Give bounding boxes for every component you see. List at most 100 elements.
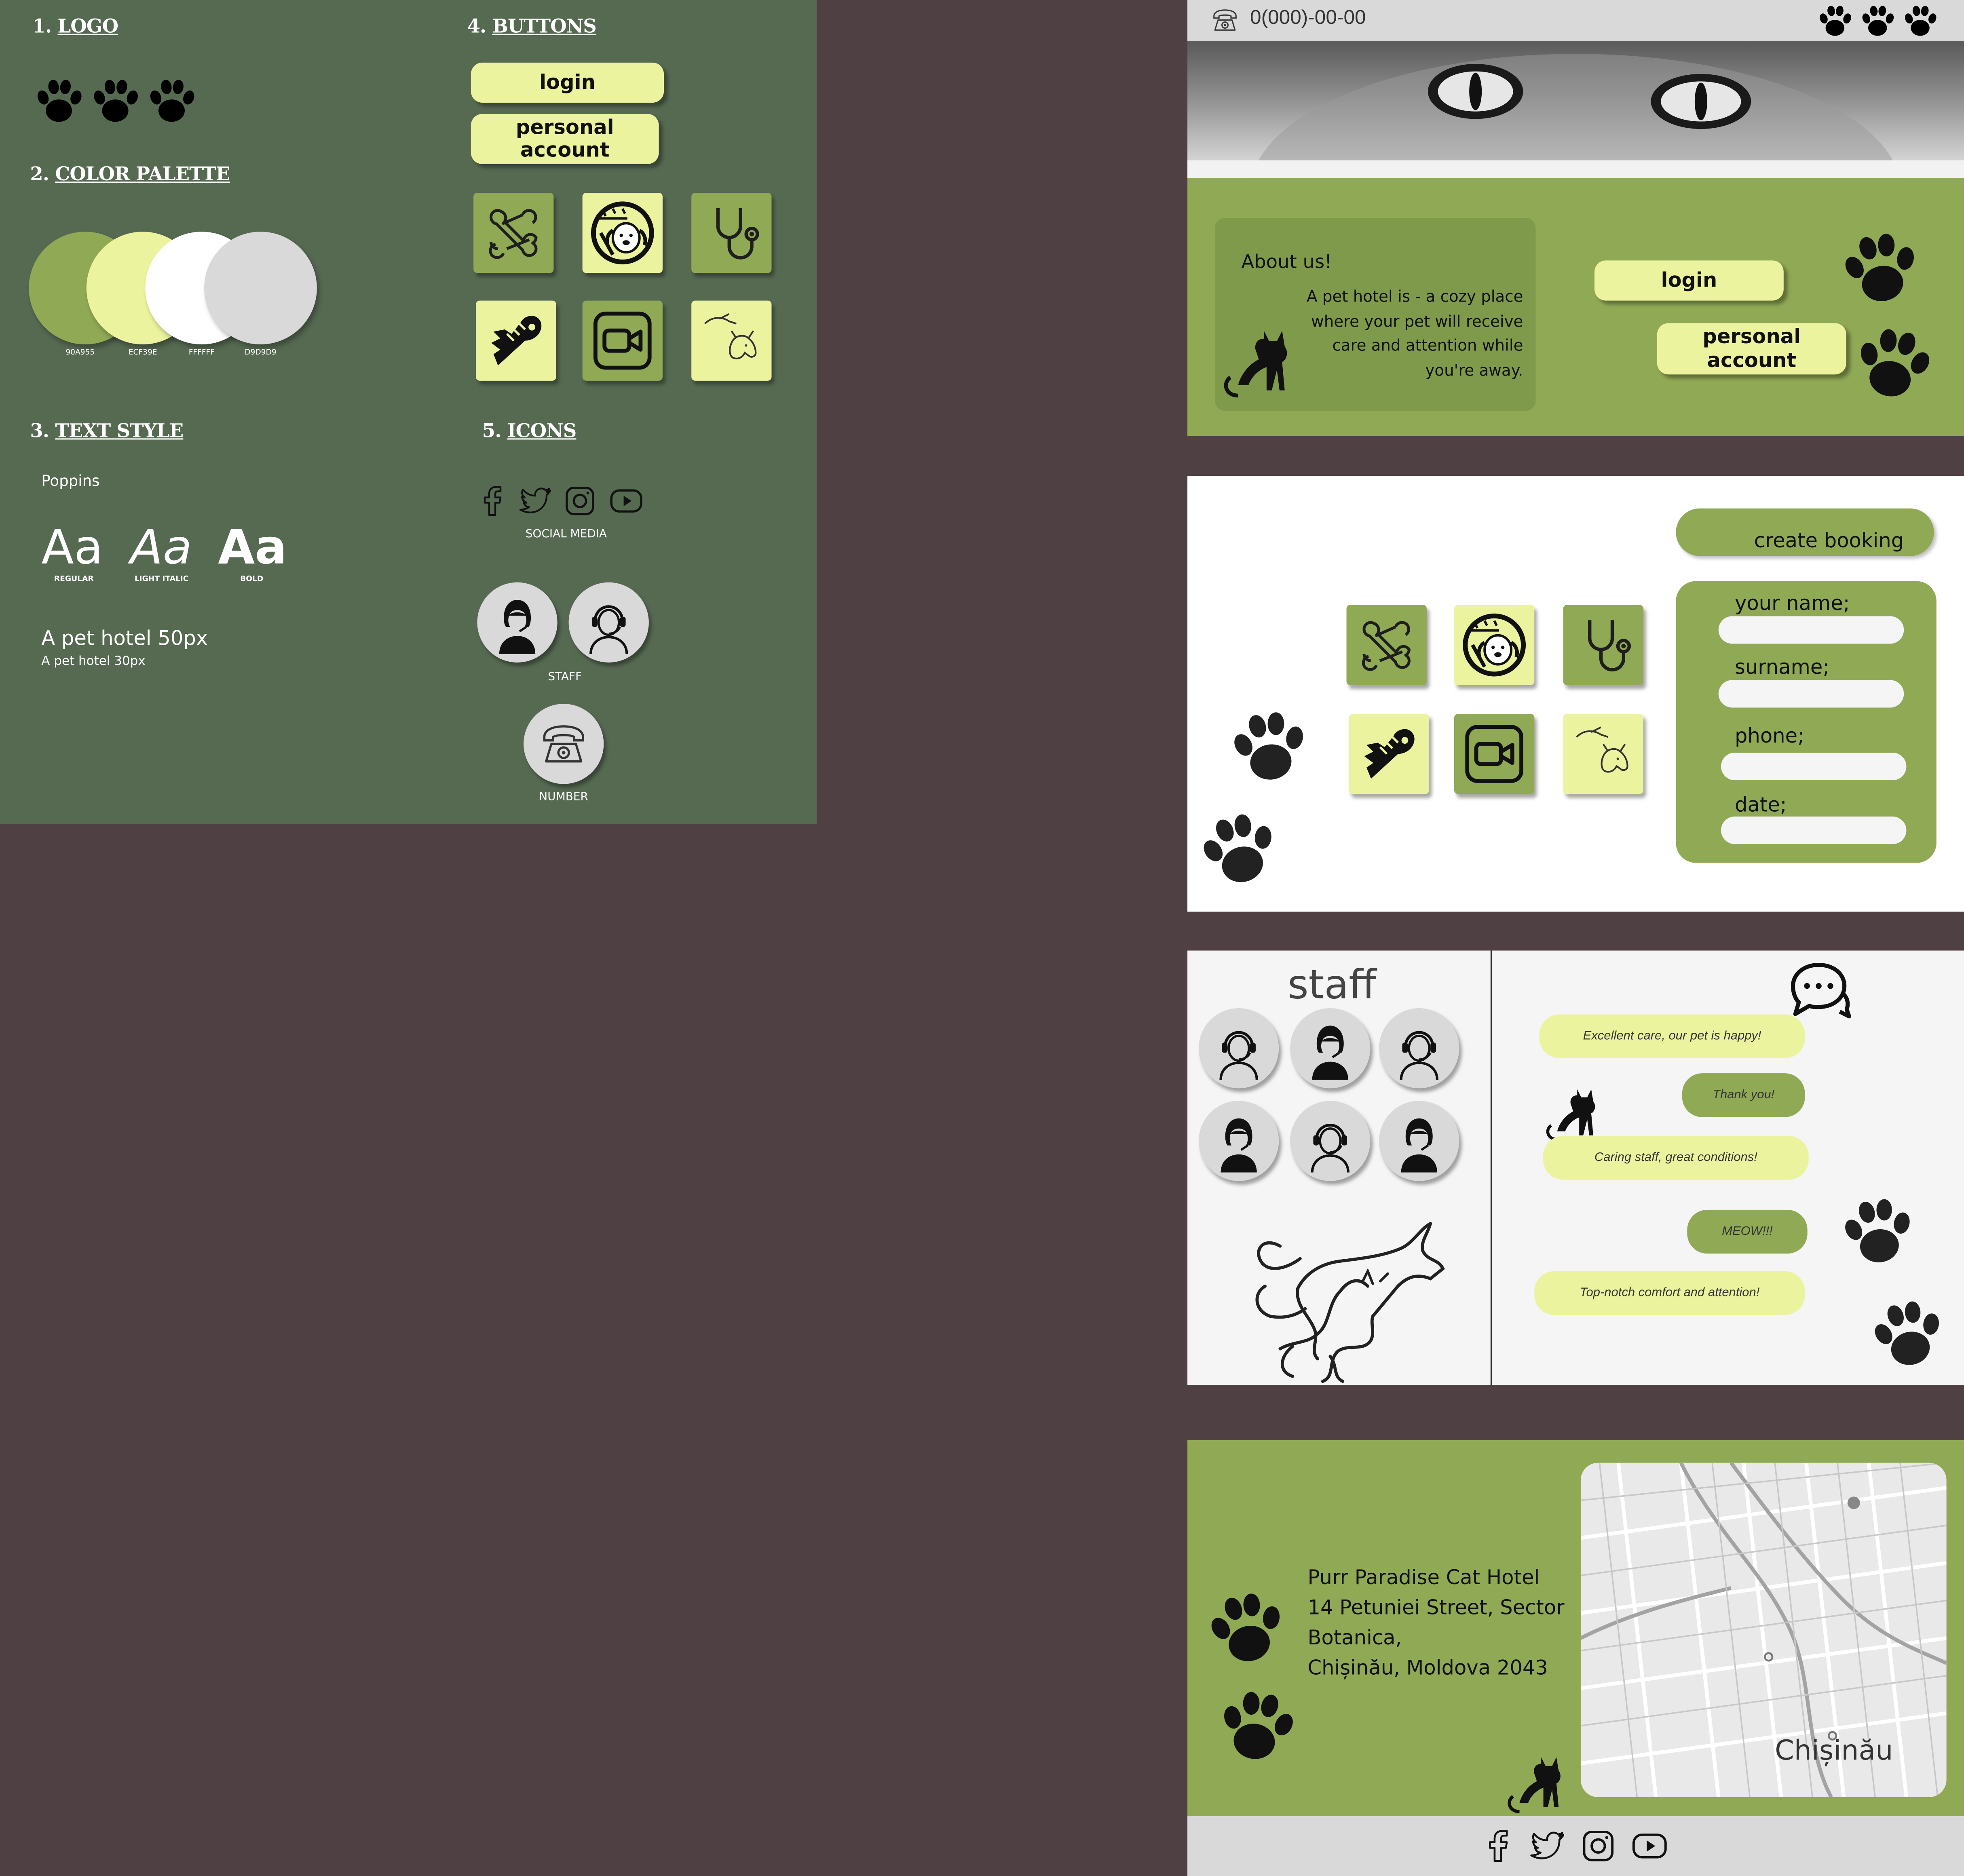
- swatch-label: ECF39E: [128, 348, 157, 357]
- section-title-text: LOGO: [57, 15, 119, 38]
- paw-icon: [145, 75, 198, 128]
- pet-care-tile[interactable]: [691, 300, 772, 381]
- staff-avatar[interactable]: [1379, 1101, 1459, 1181]
- chat-bubbles-icon: [1784, 956, 1854, 1026]
- pet-care-icon: [695, 304, 768, 377]
- stethoscope-tile[interactable]: [691, 193, 772, 273]
- service-food-button[interactable]: [1349, 713, 1430, 794]
- map-widget[interactable]: Chișinău: [1580, 1462, 1947, 1797]
- paw-print-icon: [1845, 317, 1941, 412]
- paw-icon: [33, 75, 85, 128]
- staff-avatar[interactable]: [1198, 1101, 1279, 1181]
- map-city-label: Chișinău: [1775, 1736, 1893, 1767]
- date-input[interactable]: [1721, 817, 1907, 844]
- staff-avatar[interactable]: [1290, 1101, 1371, 1181]
- bone-icon: [1353, 611, 1420, 679]
- male-agent-icon: [1205, 1015, 1272, 1082]
- number-caption: NUMBER: [539, 791, 588, 804]
- personal-account-button[interactable]: personal account: [471, 114, 659, 164]
- staff-avatar: [477, 582, 558, 663]
- size-sample-large: A pet hotel 50px: [41, 626, 208, 650]
- youtube-icon[interactable]: [1628, 1827, 1671, 1865]
- hotel-name: Purr Paradise Cat Hotel: [1307, 1565, 1540, 1589]
- footer: [1187, 1816, 1964, 1876]
- instagram-icon[interactable]: [561, 483, 599, 519]
- twitter-icon[interactable]: [1528, 1827, 1568, 1865]
- service-grooming-button[interactable]: [1454, 605, 1535, 685]
- review-bubble: Caring staff, great conditions!: [1543, 1136, 1809, 1180]
- review-bubble: Top-notch comfort and attention!: [1534, 1271, 1805, 1315]
- section-title-text: COLOR PALETTE: [55, 162, 230, 186]
- staff-caption: STAFF: [548, 671, 582, 684]
- surname-input[interactable]: [1718, 680, 1904, 708]
- about-title: About us!: [1241, 250, 1332, 273]
- section-title-text: ICONS: [507, 419, 577, 442]
- social-caption: SOCIAL MEDIA: [525, 528, 607, 541]
- sample-label: REGULAR: [54, 575, 94, 584]
- address-line: 14 Petuniei Street, Sector: [1307, 1595, 1565, 1619]
- paw-icon: [1901, 2, 1939, 40]
- size-sample-small: A pet hotel 30px: [41, 655, 146, 669]
- paw-print-icon: [1210, 1680, 1303, 1774]
- font-name: Poppins: [41, 472, 100, 490]
- review-bubble: Thank you!: [1682, 1073, 1805, 1117]
- staff-avatar[interactable]: [1379, 1008, 1459, 1089]
- service-care-button[interactable]: [1563, 713, 1643, 794]
- header-logo[interactable]: [1816, 2, 1939, 40]
- fish-bone-icon: [482, 307, 550, 374]
- cat-silhouette-icon: [1495, 1751, 1578, 1816]
- staff-avatar: [568, 582, 649, 663]
- paw-print-icon: [1832, 222, 1928, 317]
- create-booking-button[interactable]: create booking: [1676, 508, 1934, 556]
- style-guide-panel: 1. LOGO 2. COLOR PALETTE 90A955 ECF39E F…: [0, 0, 817, 824]
- paw-print-icon: [1862, 1289, 1954, 1381]
- section-number: 5.: [482, 419, 502, 442]
- icons-section-title: 5. ICONS: [482, 420, 577, 442]
- fish-bone-icon: [1355, 720, 1423, 787]
- sample-regular: Aa: [41, 519, 103, 575]
- video-camera-icon: [589, 307, 656, 374]
- cat-silhouette-icon: [1220, 321, 1298, 403]
- personal-account-button[interactable]: personal account: [1657, 323, 1846, 375]
- grooming-icon: [1458, 609, 1531, 682]
- paw-icon: [1859, 2, 1896, 40]
- service-bone-button[interactable]: [1346, 605, 1427, 685]
- female-agent-icon: [1205, 1107, 1272, 1175]
- paw-print-icon: [1197, 1580, 1295, 1678]
- service-vet-button[interactable]: [1563, 605, 1643, 685]
- facebook-icon[interactable]: [476, 483, 511, 519]
- fish-bone-tile[interactable]: [476, 300, 556, 381]
- section-number: 1.: [32, 15, 52, 38]
- bone-icon: [480, 199, 547, 267]
- staff-avatar[interactable]: [1198, 1008, 1279, 1089]
- number-avatar: [524, 704, 604, 784]
- paw-icon: [89, 75, 141, 128]
- bone-tile[interactable]: [473, 193, 554, 273]
- booking-section: create booking your name; surname; phone…: [1187, 476, 1964, 912]
- service-video-button[interactable]: [1454, 713, 1535, 794]
- login-button[interactable]: login: [471, 62, 664, 103]
- address-line: Chișinău, Moldova 2043: [1307, 1655, 1548, 1680]
- swatch-label: FFFFFF: [188, 348, 215, 357]
- facebook-icon[interactable]: [1480, 1827, 1518, 1865]
- grooming-tile[interactable]: [582, 193, 663, 273]
- logo-paws: [33, 75, 198, 128]
- instagram-icon[interactable]: [1578, 1827, 1618, 1865]
- swatch-label: 90A955: [65, 348, 95, 357]
- sample-label: BOLD: [240, 575, 264, 584]
- female-agent-icon: [1385, 1107, 1453, 1175]
- address-line: Botanica,: [1307, 1625, 1402, 1650]
- twitter-icon[interactable]: [517, 483, 555, 519]
- video-tile[interactable]: [582, 300, 663, 381]
- stethoscope-icon: [1569, 611, 1637, 679]
- phone-number[interactable]: 0(000)-00-00: [1250, 8, 1366, 30]
- text-style-section-title: 3. TEXT STYLE: [30, 420, 184, 442]
- login-button[interactable]: login: [1594, 260, 1784, 301]
- hero-cat-banner: [1187, 41, 1964, 178]
- phone-input[interactable]: [1721, 753, 1907, 781]
- name-input[interactable]: [1718, 616, 1904, 644]
- male-agent-icon: [575, 589, 642, 656]
- youtube-icon[interactable]: [605, 483, 647, 519]
- dog-cat-line-art-icon: [1255, 1222, 1445, 1383]
- staff-avatar[interactable]: [1290, 1008, 1371, 1089]
